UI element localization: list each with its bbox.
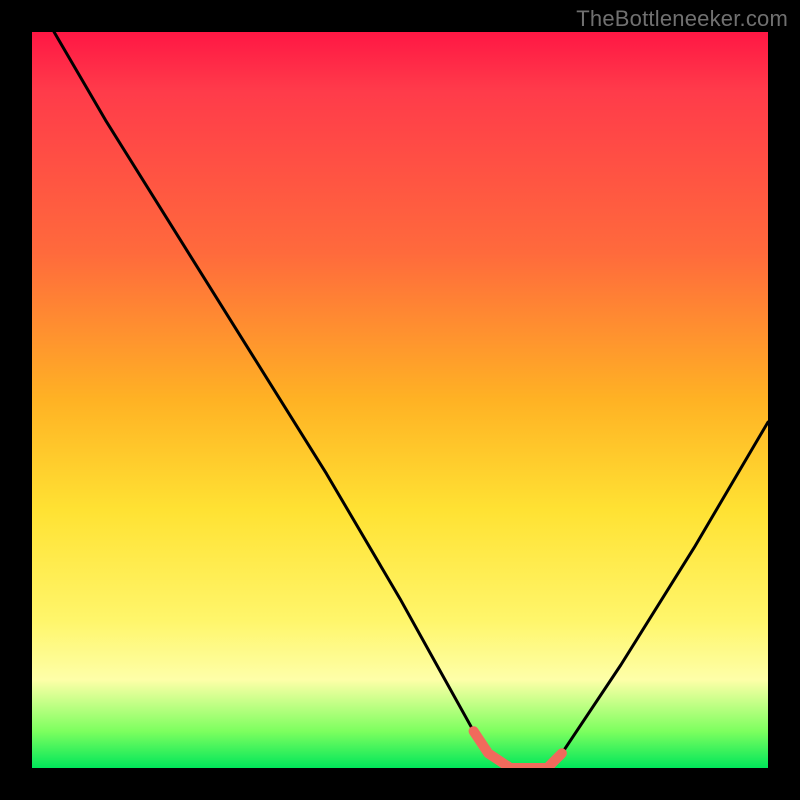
chart-frame: TheBottleneeker.com (0, 0, 800, 800)
curve-group (54, 32, 768, 768)
curve-layer (32, 32, 768, 768)
bottleneck-curve (54, 32, 768, 768)
highlight-segment (474, 731, 562, 768)
watermark-text: TheBottleneeker.com (576, 6, 788, 32)
plot-area (32, 32, 768, 768)
